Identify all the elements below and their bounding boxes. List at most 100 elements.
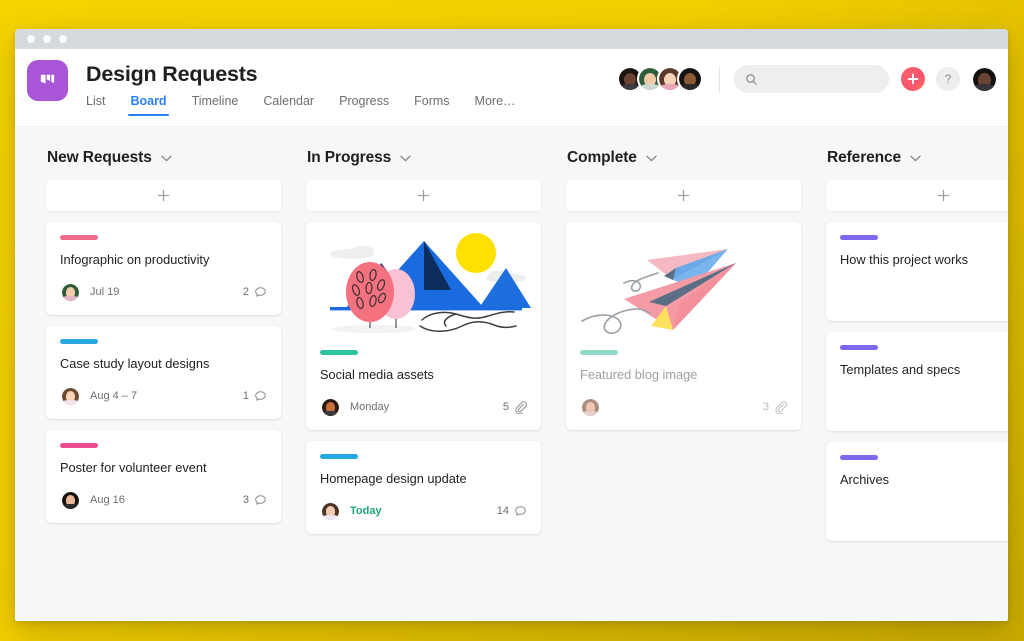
member-avatar[interactable] xyxy=(677,66,703,92)
card-tag xyxy=(840,235,878,240)
chevron-down-icon[interactable] xyxy=(646,155,657,162)
kanban-board: New Requests Infographic on productivity xyxy=(15,127,1008,620)
window-titlebar xyxy=(15,29,1008,49)
card-tag xyxy=(60,443,98,448)
card-title: Templates and specs xyxy=(840,362,961,377)
card-attachment-count: 5 xyxy=(502,400,527,414)
card-cover-image xyxy=(306,222,541,338)
add-card-button[interactable] xyxy=(306,180,541,211)
card-title: Homepage design update xyxy=(320,471,467,486)
chevron-down-icon[interactable] xyxy=(161,155,172,162)
attachment-count-value: 5 xyxy=(502,401,509,413)
card-tag xyxy=(320,350,358,355)
card-date: Aug 16 xyxy=(90,494,125,506)
mountains-illustration xyxy=(330,233,531,333)
header-divider xyxy=(719,66,720,92)
tab-board[interactable]: Board xyxy=(128,94,169,116)
view-tabs: List Board Timeline Calendar Progress Fo… xyxy=(86,94,516,116)
card-title: Case study layout designs xyxy=(60,356,210,371)
plus-icon xyxy=(417,189,430,202)
board-column-in-progress: In Progress Social media assets Monday 5… xyxy=(306,149,541,620)
task-card[interactable]: Infographic on productivity Jul 19 2 xyxy=(46,222,281,315)
help-button[interactable]: ? xyxy=(936,67,960,91)
member-avatar-group[interactable] xyxy=(617,66,703,92)
tab-list[interactable]: List xyxy=(86,94,105,116)
attachment-count-value: 3 xyxy=(762,401,769,413)
tab-calendar[interactable]: Calendar xyxy=(263,94,314,116)
window-minimize-button[interactable] xyxy=(43,35,51,43)
plus-icon xyxy=(157,189,170,202)
task-card[interactable]: Archives xyxy=(826,442,1008,541)
task-card[interactable]: Templates and specs xyxy=(826,332,1008,431)
tab-progress[interactable]: Progress xyxy=(339,94,389,116)
task-card[interactable]: Poster for volunteer event Aug 16 3 xyxy=(46,430,281,523)
comment-icon xyxy=(255,390,266,401)
card-date: Aug 4 – 7 xyxy=(90,390,138,402)
search-input[interactable] xyxy=(766,73,876,85)
card-title: Poster for volunteer event xyxy=(60,460,207,475)
column-header[interactable]: New Requests xyxy=(46,149,281,167)
attachment-icon xyxy=(775,400,787,414)
column-title: New Requests xyxy=(47,149,152,166)
page-title: Design Requests xyxy=(86,62,258,86)
add-card-button[interactable] xyxy=(46,180,281,211)
tab-more[interactable]: More… xyxy=(475,94,516,116)
card-footer: Jul 19 2 xyxy=(60,281,267,303)
assignee-avatar[interactable] xyxy=(320,500,341,522)
add-task-button[interactable] xyxy=(901,67,925,91)
card-footer: Monday 5 xyxy=(320,396,527,418)
task-card[interactable]: Social media assets Monday 5 xyxy=(306,222,541,430)
add-card-button[interactable] xyxy=(566,180,801,211)
assignee-avatar[interactable] xyxy=(60,281,81,303)
board-column-complete: Complete Featured blog image 3 xyxy=(566,149,801,620)
comment-icon xyxy=(515,505,526,516)
card-footer: Aug 16 3 xyxy=(60,489,267,511)
chevron-down-icon[interactable] xyxy=(910,155,921,162)
card-tag xyxy=(580,350,618,355)
header-title-block: Design Requests List Board Timeline Cale… xyxy=(86,60,516,116)
card-comment-count: 14 xyxy=(497,505,527,518)
card-tag xyxy=(60,339,98,344)
comment-icon xyxy=(255,494,266,505)
comment-count-value: 3 xyxy=(242,494,249,506)
assignee-avatar[interactable] xyxy=(60,385,81,407)
window-close-button[interactable] xyxy=(27,35,35,43)
task-card[interactable]: Case study layout designs Aug 4 – 7 1 xyxy=(46,326,281,419)
project-logo-icon xyxy=(27,60,68,101)
column-header[interactable]: Reference xyxy=(826,149,1008,167)
current-user-avatar[interactable] xyxy=(971,65,998,93)
card-title: Featured blog image xyxy=(580,367,698,382)
task-card[interactable]: Featured blog image 3 xyxy=(566,222,801,430)
search-box[interactable] xyxy=(734,65,889,93)
chevron-down-icon[interactable] xyxy=(400,155,411,162)
header-actions: ? xyxy=(617,65,998,93)
card-tag xyxy=(840,455,878,460)
comment-count-value: 1 xyxy=(242,390,249,402)
task-card[interactable]: Homepage design update Today 14 xyxy=(306,441,541,534)
column-title: Complete xyxy=(567,149,637,166)
attachment-icon xyxy=(515,400,527,414)
card-footer: 3 xyxy=(580,396,787,418)
column-header[interactable]: Complete xyxy=(566,149,801,167)
card-title: Social media assets xyxy=(320,367,434,382)
tab-forms[interactable]: Forms xyxy=(414,94,449,116)
window-maximize-button[interactable] xyxy=(59,35,67,43)
plus-icon xyxy=(937,189,950,202)
plus-icon xyxy=(907,73,919,85)
card-tag xyxy=(840,345,878,350)
card-cover-image xyxy=(566,222,801,338)
card-comment-count: 2 xyxy=(243,286,267,299)
assignee-avatar[interactable] xyxy=(320,396,341,418)
tab-timeline[interactable]: Timeline xyxy=(192,94,239,116)
card-footer: Aug 4 – 7 1 xyxy=(60,385,267,407)
card-date: Jul 19 xyxy=(90,286,120,298)
comment-count-value: 14 xyxy=(496,505,509,517)
assignee-avatar[interactable] xyxy=(60,489,81,511)
task-card[interactable]: How this project works xyxy=(826,222,1008,321)
card-attachment-count: 3 xyxy=(762,400,787,414)
comment-icon xyxy=(255,286,266,297)
column-header[interactable]: In Progress xyxy=(306,149,541,167)
plus-icon xyxy=(677,189,690,202)
add-card-button[interactable] xyxy=(826,180,1008,211)
assignee-avatar[interactable] xyxy=(580,396,601,418)
